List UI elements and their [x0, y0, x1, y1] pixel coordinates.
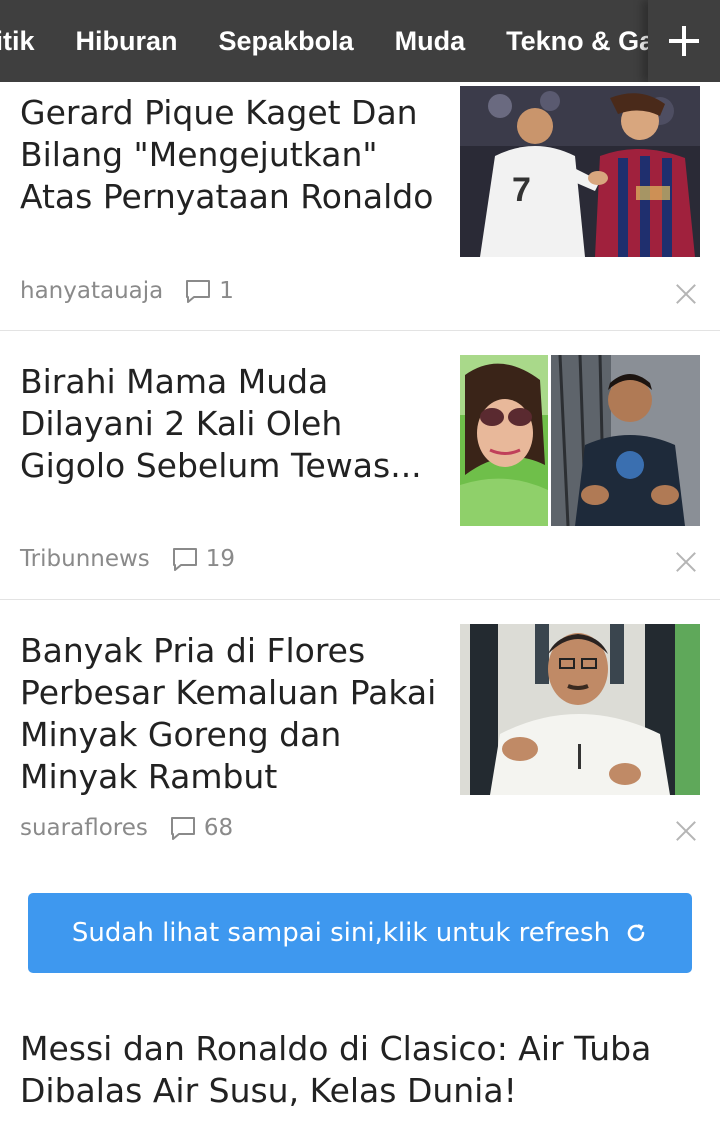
article-thumbnail[interactable] [460, 355, 700, 526]
comment-count: 68 [203, 815, 234, 841]
tab-hiburan[interactable]: Hiburan [76, 26, 178, 57]
comment-count: 19 [205, 546, 236, 572]
tab-sepakbola[interactable]: Sepakbola [219, 26, 354, 57]
tab-tekno-game[interactable]: Tekno & Ga [506, 26, 654, 57]
plus-icon [669, 26, 699, 56]
refresh-label: Sudah lihat sampai sini,klik untuk refre… [71, 918, 611, 948]
article-thumbnail[interactable] [460, 624, 700, 795]
article-title[interactable]: Messi dan Ronaldo di Clasico: Air Tuba D… [20, 1028, 700, 1112]
news-item[interactable]: Gerard Pique Kaget Dan Bilang "Mengejutk… [0, 82, 720, 330]
dismiss-button[interactable] [675, 820, 697, 842]
article-meta: suaraflores 68 [20, 815, 233, 841]
tab-muda[interactable]: Muda [395, 26, 466, 57]
article-title[interactable]: Gerard Pique Kaget Dan Bilang "Mengejutk… [20, 92, 445, 218]
refresh-button[interactable]: Sudah lihat sampai sini,klik untuk refre… [28, 893, 692, 973]
article-title[interactable]: Banyak Pria di Flores Perbesar Kemaluan … [20, 630, 450, 798]
svg-text:7: 7 [512, 171, 531, 209]
comment-count: 1 [219, 278, 234, 304]
article-thumbnail[interactable]: 7 [460, 86, 700, 257]
dismiss-button[interactable] [675, 551, 697, 573]
news-item[interactable]: Banyak Pria di Flores Perbesar Kemaluan … [0, 600, 720, 870]
article-source[interactable]: suaraflores [20, 815, 148, 841]
tab-politik[interactable]: litik [0, 26, 35, 57]
comment-icon [170, 817, 195, 840]
news-item[interactable]: Messi dan Ronaldo di Clasico: Air Tuba D… [0, 1010, 720, 1132]
article-meta: Tribunnews 19 [20, 546, 235, 572]
news-item[interactable]: Birahi Mama Muda Dilayani 2 Kali Oleh Gi… [0, 331, 720, 599]
article-source[interactable]: hanyatauaja [20, 278, 163, 304]
refresh-icon [627, 924, 645, 942]
comment-icon [186, 280, 211, 303]
article-title[interactable]: Birahi Mama Muda Dilayani 2 Kali Oleh Gi… [20, 361, 445, 487]
article-meta: hanyatauaja 1 [20, 278, 234, 304]
add-category-button[interactable] [648, 0, 720, 82]
category-nav-bar: litik Hiburan Sepakbola Muda Tekno & Ga [0, 0, 720, 82]
comment-icon [172, 548, 197, 571]
dismiss-button[interactable] [675, 283, 697, 305]
category-tabs: litik Hiburan Sepakbola Muda Tekno & Ga [0, 0, 695, 82]
article-source[interactable]: Tribunnews [20, 546, 150, 572]
